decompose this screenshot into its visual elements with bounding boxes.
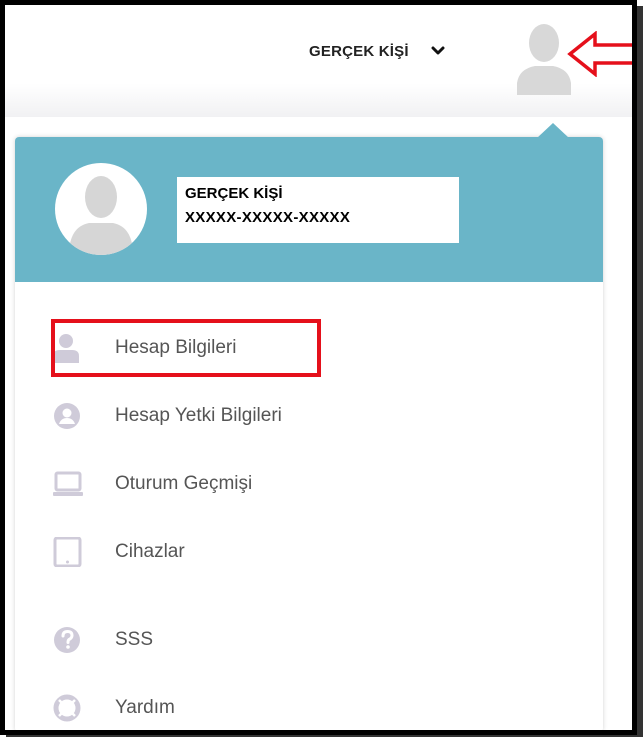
screenshot-frame: GERÇEK KİŞİ GERÇEK KİŞİ XXXXX-XXXXX-XXXX…: [0, 0, 637, 735]
user-dropdown-panel: GERÇEK KİŞİ XXXXX-XXXXX-XXXXX Hesap Bilg…: [15, 123, 603, 730]
user-silhouette-icon: [69, 176, 133, 255]
profile-info-box: GERÇEK KİŞİ XXXXX-XXXXX-XXXXX: [177, 177, 459, 243]
profile-avatar: [55, 163, 147, 255]
menu-item-label: Yardım: [115, 697, 175, 718]
user-avatar-icon[interactable]: [517, 21, 571, 95]
menu-item-sss[interactable]: SSS: [53, 619, 573, 663]
chevron-down-icon[interactable]: [431, 45, 445, 57]
annotation-arrow-icon: [567, 31, 632, 77]
menu-item-yardim[interactable]: Yardım: [53, 687, 573, 730]
menu-item-hesap-yetki-bilgileri[interactable]: Hesap Yetki Bilgileri: [53, 395, 573, 439]
panel-pointer: [537, 123, 569, 138]
menu-item-oturum-gecmisi[interactable]: Oturum Geçmişi: [53, 463, 573, 507]
menu-item-label: SSS: [115, 629, 154, 650]
user-circle-icon: [54, 403, 80, 429]
laptop-icon: [53, 471, 83, 496]
menu-item-label: Hesap Yetki Bilgileri: [115, 405, 282, 426]
menu-item-label: Cihazlar: [115, 541, 185, 562]
menu-item-label: Oturum Geçmişi: [115, 473, 253, 494]
user-menu-label[interactable]: GERÇEK KİŞİ: [309, 43, 409, 60]
profile-name: GERÇEK KİŞİ: [185, 185, 283, 202]
top-bar: GERÇEK KİŞİ: [5, 5, 632, 117]
question-circle-icon: [54, 627, 80, 653]
menu-item-cihazlar[interactable]: Cihazlar: [53, 531, 573, 575]
life-ring-icon: [53, 694, 81, 722]
annotation-highlight-box: [51, 319, 321, 377]
tablet-icon: [53, 537, 82, 567]
profile-id: XXXXX-XXXXX-XXXXX: [185, 209, 351, 226]
profile-header: GERÇEK KİŞİ XXXXX-XXXXX-XXXXX: [15, 137, 603, 282]
